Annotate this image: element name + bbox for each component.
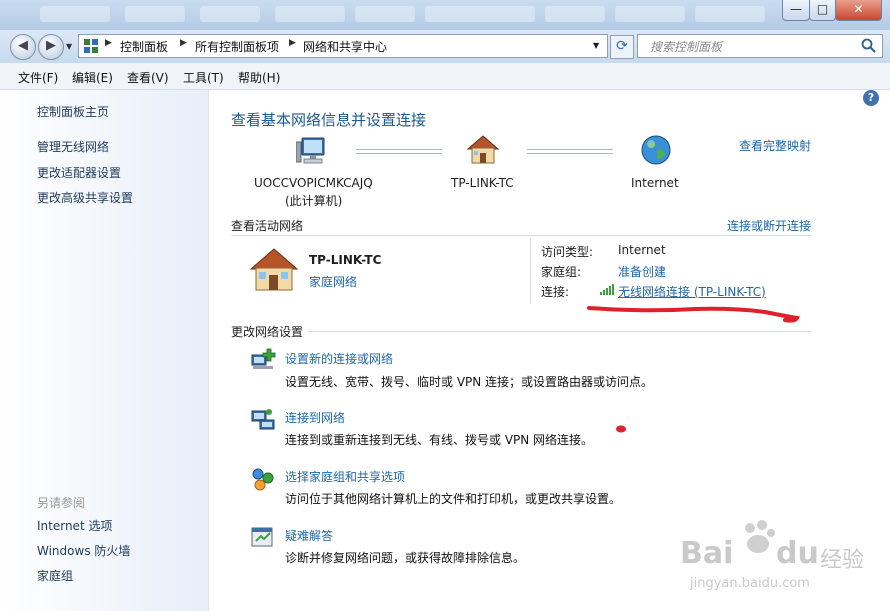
taskbar-ghost <box>545 6 605 22</box>
menu-edit[interactable]: 编辑(E) <box>72 69 113 86</box>
troubleshoot-icon <box>251 527 273 547</box>
address-dropdown-icon[interactable]: ▼ <box>593 41 599 50</box>
connect-network-icon <box>251 409 275 430</box>
divider <box>231 235 811 236</box>
back-button[interactable]: ◀ <box>10 34 36 60</box>
menu-tools[interactable]: 工具(T) <box>183 69 224 86</box>
troubleshoot-link[interactable]: 疑难解答 <box>285 527 333 544</box>
sidebar-item-homegroup[interactable]: 家庭组 <box>37 567 73 584</box>
taskbar-ghost <box>695 6 765 22</box>
control-panel-icon <box>84 39 98 53</box>
breadcrumb-all-items[interactable]: 所有控制面板项 <box>195 38 279 55</box>
watermark-url: jingyan.baidu.com <box>690 576 810 591</box>
sidebar-item-firewall[interactable]: Windows 防火墙 <box>37 542 130 559</box>
home-network-icon <box>249 248 299 291</box>
sidebar-item-adapter-settings[interactable]: 更改适配器设置 <box>37 164 121 181</box>
red-annotation-underline <box>587 306 801 323</box>
taskbar-ghost <box>40 6 110 22</box>
recent-pages-dropdown[interactable]: ▼ <box>66 42 72 51</box>
maximize-icon: □ <box>816 2 829 16</box>
arrow-right-icon: ▶ <box>46 38 56 53</box>
home-router-icon <box>466 135 500 164</box>
view-full-map-link[interactable]: 查看完整映射 <box>739 137 811 154</box>
router-name: TP-LINK-TC <box>451 176 514 190</box>
internet-label: Internet <box>631 176 679 190</box>
computer-name: UOCCVOPICMKCAJQ <box>254 176 373 190</box>
navigation-bar: ◀ ▶ ▼ ▶ 控制面板 ▶ 所有控制面板项 ▶ 网络和共享中心 ▼ ⟳ 搜索控… <box>0 30 890 63</box>
maximize-button[interactable]: □ <box>809 0 836 21</box>
homegroup-link[interactable]: 准备创建 <box>618 263 666 280</box>
change-settings-heading: 更改网络设置 <box>231 325 304 339</box>
wireless-connection-link[interactable]: 无线网络连接 (TP-LINK-TC) <box>618 283 766 300</box>
close-icon: ✕ <box>853 2 864 16</box>
title-bar: — □ ✕ <box>0 0 890 30</box>
wifi-signal-icon <box>600 284 614 295</box>
vertical-divider <box>530 238 531 304</box>
divider <box>308 331 811 332</box>
computer-note: (此计算机) <box>285 194 343 208</box>
breadcrumb-separator: ▶ <box>105 38 112 48</box>
computer-icon <box>296 137 325 164</box>
connection-line <box>356 149 442 154</box>
connect-disconnect-link[interactable]: 连接或断开连接 <box>727 217 811 234</box>
menu-bar: 文件(F) 编辑(E) 查看(V) 工具(T) 帮助(H) <box>0 63 890 90</box>
connect-network-desc: 连接到或重新连接到无线、有线、拨号或 VPN 网络连接。 <box>285 433 594 447</box>
taskbar-ghost <box>275 6 345 22</box>
refresh-button[interactable]: ⟳ <box>610 35 634 59</box>
taskbar-ghost <box>615 6 685 22</box>
globe-icon <box>641 135 671 165</box>
breadcrumb-control-panel[interactable]: 控制面板 <box>120 38 168 55</box>
breadcrumb-network-center[interactable]: 网络和共享中心 <box>303 38 387 55</box>
setup-connection-desc: 设置无线、宽带、拨号、临时或 VPN 连接；或设置路由器或访问点。 <box>285 375 654 389</box>
baidu-watermark: Bai du 经验 jingyan.baidu.com <box>680 518 880 598</box>
see-also-heading: 另请参阅 <box>37 496 86 510</box>
homegroup-options-desc: 访问位于其他网络计算机上的文件和打印机，或更改共享设置。 <box>285 492 622 506</box>
search-icon[interactable] <box>861 38 876 53</box>
menu-file[interactable]: 文件(F) <box>18 69 58 86</box>
search-input[interactable]: 搜索控制面板 <box>637 34 883 58</box>
help-icon[interactable]: ? <box>863 90 879 106</box>
connection-label: 连接: <box>541 285 570 299</box>
refresh-icon: ⟳ <box>616 38 628 54</box>
watermark-brand: Bai <box>680 536 734 571</box>
sidebar-item-manage-wireless[interactable]: 管理无线网络 <box>37 138 109 155</box>
arrow-left-icon: ◀ <box>18 38 28 53</box>
sidebar-item-internet-options[interactable]: Internet 选项 <box>37 517 112 534</box>
access-type-value: Internet <box>618 243 666 257</box>
taskbar-ghost <box>200 6 260 22</box>
access-type-label: 访问类型: <box>541 245 594 259</box>
minimize-button[interactable]: — <box>782 0 810 21</box>
breadcrumb-separator: ▶ <box>289 38 296 48</box>
minimize-icon: — <box>790 2 802 16</box>
page-title: 查看基本网络信息并设置连接 <box>231 111 427 129</box>
watermark-brand-suffix: du <box>776 536 819 571</box>
sidebar: 控制面板主页 管理无线网络 更改适配器设置 更改高级共享设置 另请参阅 Inte… <box>0 90 209 611</box>
close-button[interactable]: ✕ <box>835 0 882 21</box>
homegroup-label: 家庭组: <box>541 265 582 279</box>
red-annotation-dot <box>616 425 626 433</box>
setup-connection-link[interactable]: 设置新的连接或网络 <box>285 350 393 367</box>
taskbar-ghost <box>125 6 185 22</box>
homegroup-options-link[interactable]: 选择家庭组和共享选项 <box>285 468 405 485</box>
active-networks-heading: 查看活动网络 <box>231 219 304 233</box>
taskbar-ghost <box>425 6 535 22</box>
menu-help[interactable]: 帮助(H) <box>238 69 280 86</box>
watermark-cn: 经验 <box>820 548 865 573</box>
network-name: TP-LINK-TC <box>309 253 382 267</box>
homegroup-sharing-icon <box>252 468 274 491</box>
search-placeholder: 搜索控制面板 <box>650 40 723 54</box>
breadcrumb-separator: ▶ <box>180 38 187 48</box>
connection-line <box>527 149 613 154</box>
network-type-link[interactable]: 家庭网络 <box>309 273 357 290</box>
address-bar[interactable]: ▶ 控制面板 ▶ 所有控制面板项 ▶ 网络和共享中心 ▼ <box>78 34 608 58</box>
paw-icon <box>745 520 775 553</box>
menu-view[interactable]: 查看(V) <box>127 69 169 86</box>
sidebar-item-home[interactable]: 控制面板主页 <box>37 103 109 120</box>
forward-button[interactable]: ▶ <box>38 34 64 60</box>
sidebar-item-advanced-sharing[interactable]: 更改高级共享设置 <box>37 189 133 206</box>
new-connection-icon <box>251 348 276 369</box>
connect-network-link[interactable]: 连接到网络 <box>285 409 345 426</box>
troubleshoot-desc: 诊断并修复网络问题，或获得故障排除信息。 <box>285 551 526 565</box>
taskbar-ghost <box>355 6 415 22</box>
